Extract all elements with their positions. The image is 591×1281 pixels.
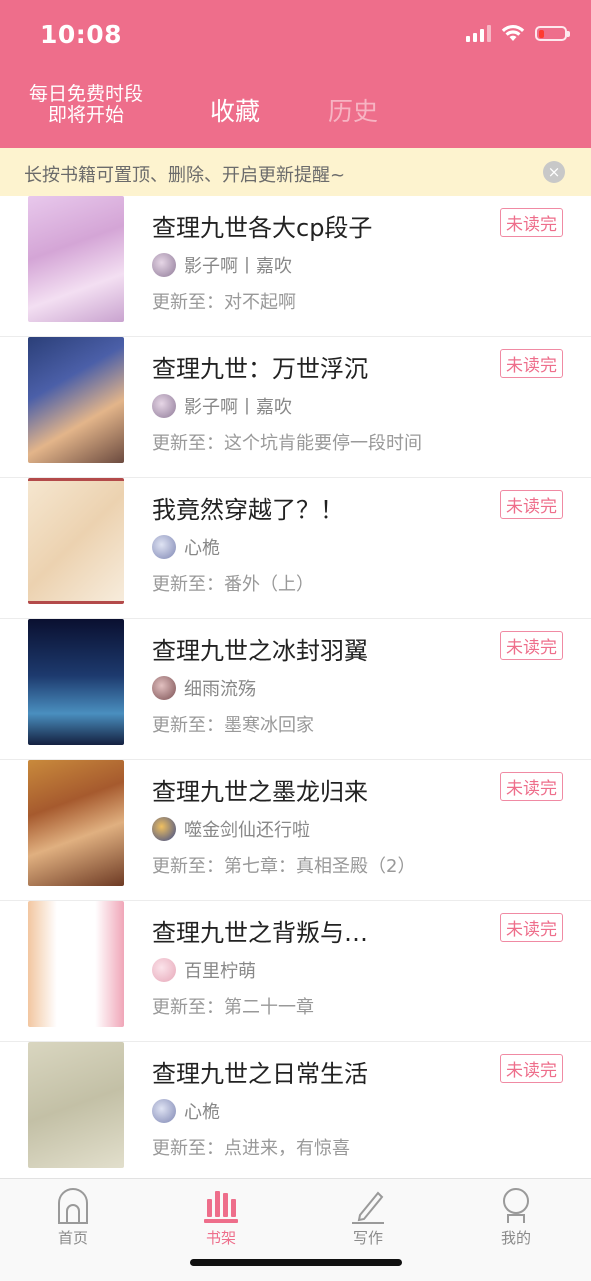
tab-history[interactable]: 历史 bbox=[328, 92, 378, 128]
tab-bookshelf[interactable]: 书架 bbox=[181, 1185, 261, 1248]
tab-bookshelf-label: 书架 bbox=[205, 1229, 236, 1247]
author-avatar bbox=[152, 394, 176, 418]
author-avatar bbox=[152, 535, 176, 559]
author-name: 心桅 bbox=[184, 1102, 220, 1123]
cellular-signal-icon bbox=[466, 24, 491, 42]
unread-badge: 未读完 bbox=[500, 208, 563, 237]
book-update: 更新至：墨寒冰回家 bbox=[152, 715, 314, 736]
book-title: 查理九世之冰封羽翼 bbox=[152, 637, 368, 665]
book-cover bbox=[28, 901, 124, 1027]
book-list: 查理九世各大cp段子 未读完 影子啊丨嘉吹 更新至：对不起啊 查理九世：万世浮沉… bbox=[0, 196, 591, 1183]
book-cover bbox=[28, 1042, 124, 1168]
unread-badge: 未读完 bbox=[500, 349, 563, 378]
author-avatar bbox=[152, 253, 176, 277]
book-row[interactable]: 查理九世之冰封羽翼 未读完 细雨流殇 更新至：墨寒冰回家 bbox=[0, 619, 591, 760]
home-indicator bbox=[190, 1259, 402, 1266]
book-cover bbox=[28, 619, 124, 745]
author-avatar bbox=[152, 958, 176, 982]
battery-icon bbox=[535, 25, 570, 41]
book-update: 更新至：第七章：真相圣殿（2） bbox=[152, 856, 416, 877]
book-row[interactable]: 查理九世之日常生活 未读完 心桅 更新至：点进来，有惊喜 bbox=[0, 1042, 591, 1183]
notice-bar: 长按书籍可置顶、删除、开启更新提醒~ × bbox=[0, 148, 591, 196]
book-row[interactable]: 我竟然穿越了？！ 未读完 心桅 更新至：番外（上） bbox=[0, 478, 591, 619]
book-author: 心桅 bbox=[152, 534, 220, 560]
book-author: 噬金剑仙还行啦 bbox=[152, 816, 310, 842]
tab-home[interactable]: 首页 bbox=[33, 1185, 113, 1248]
unread-badge: 未读完 bbox=[500, 1054, 563, 1083]
author-name: 噬金剑仙还行啦 bbox=[184, 820, 310, 841]
author-name: 影子啊丨嘉吹 bbox=[184, 397, 292, 418]
book-title: 查理九世之日常生活 bbox=[152, 1060, 368, 1088]
book-row[interactable]: 查理九世：万世浮沉 未读完 影子啊丨嘉吹 更新至：这个坑肯能要停一段时间 bbox=[0, 337, 591, 478]
book-update: 更新至：对不起啊 bbox=[152, 292, 296, 313]
tab-mine[interactable]: 我的 bbox=[476, 1185, 556, 1248]
book-update: 更新至：点进来，有惊喜 bbox=[152, 1138, 350, 1159]
author-avatar bbox=[152, 1099, 176, 1123]
book-title: 查理九世各大cp段子 bbox=[152, 214, 373, 242]
unread-badge: 未读完 bbox=[500, 631, 563, 660]
book-row[interactable]: 查理九世各大cp段子 未读完 影子啊丨嘉吹 更新至：对不起啊 bbox=[0, 196, 591, 337]
author-name: 影子啊丨嘉吹 bbox=[184, 256, 292, 277]
wifi-icon bbox=[501, 25, 525, 41]
book-row[interactable]: 查理九世之墨龙归来 未读完 噬金剑仙还行啦 更新至：第七章：真相圣殿（2） bbox=[0, 760, 591, 901]
free-period-button[interactable]: 每日免费时段 即将开始 bbox=[16, 84, 156, 126]
status-bar: 10:08 bbox=[0, 0, 591, 72]
unread-badge: 未读完 bbox=[500, 772, 563, 801]
profile-icon bbox=[503, 1188, 529, 1223]
book-author: 细雨流殇 bbox=[152, 675, 256, 701]
author-name: 百里柠萌 bbox=[184, 961, 256, 982]
book-update: 更新至：番外（上） bbox=[152, 574, 314, 595]
free-period-line1: 每日免费时段 bbox=[28, 83, 143, 105]
tab-mine-label: 我的 bbox=[500, 1229, 531, 1247]
tab-favorites[interactable]: 收藏 bbox=[210, 92, 260, 128]
book-author: 心桅 bbox=[152, 1098, 220, 1124]
author-avatar bbox=[152, 817, 176, 841]
free-period-line2: 即将开始 bbox=[47, 104, 124, 126]
bookshelf-icon bbox=[204, 1191, 238, 1223]
book-cover bbox=[28, 337, 124, 463]
tab-home-label: 首页 bbox=[57, 1229, 88, 1247]
book-cover bbox=[28, 760, 124, 886]
home-icon bbox=[58, 1188, 88, 1224]
author-name: 细雨流殇 bbox=[184, 679, 256, 700]
book-title: 查理九世之背叛与… bbox=[152, 919, 368, 947]
unread-badge: 未读完 bbox=[500, 913, 563, 942]
book-update: 更新至：第二十一章 bbox=[152, 997, 314, 1018]
author-name: 心桅 bbox=[184, 538, 220, 559]
book-title: 查理九世：万世浮沉 bbox=[152, 355, 368, 383]
tab-write-label: 写作 bbox=[352, 1229, 383, 1247]
book-cover bbox=[28, 478, 124, 604]
pen-icon bbox=[352, 1191, 384, 1224]
notice-text: 长按书籍可置顶、删除、开启更新提醒~ bbox=[24, 165, 346, 186]
status-icons bbox=[466, 24, 570, 42]
book-title: 我竟然穿越了？！ bbox=[152, 496, 344, 524]
book-row[interactable]: 查理九世之背叛与… 未读完 百里柠萌 更新至：第二十一章 bbox=[0, 901, 591, 1042]
book-update: 更新至：这个坑肯能要停一段时间 bbox=[152, 433, 422, 454]
top-header: 每日免费时段 即将开始 收藏 历史 bbox=[0, 72, 591, 148]
book-author: 百里柠萌 bbox=[152, 957, 256, 983]
book-title: 查理九世之墨龙归来 bbox=[152, 778, 368, 806]
book-author: 影子啊丨嘉吹 bbox=[152, 252, 292, 278]
close-icon[interactable]: × bbox=[543, 161, 565, 183]
tab-write[interactable]: 写作 bbox=[328, 1185, 408, 1248]
book-author: 影子啊丨嘉吹 bbox=[152, 393, 292, 419]
author-avatar bbox=[152, 676, 176, 700]
unread-badge: 未读完 bbox=[500, 490, 563, 519]
book-cover bbox=[28, 196, 124, 322]
status-time: 10:08 bbox=[40, 20, 123, 49]
